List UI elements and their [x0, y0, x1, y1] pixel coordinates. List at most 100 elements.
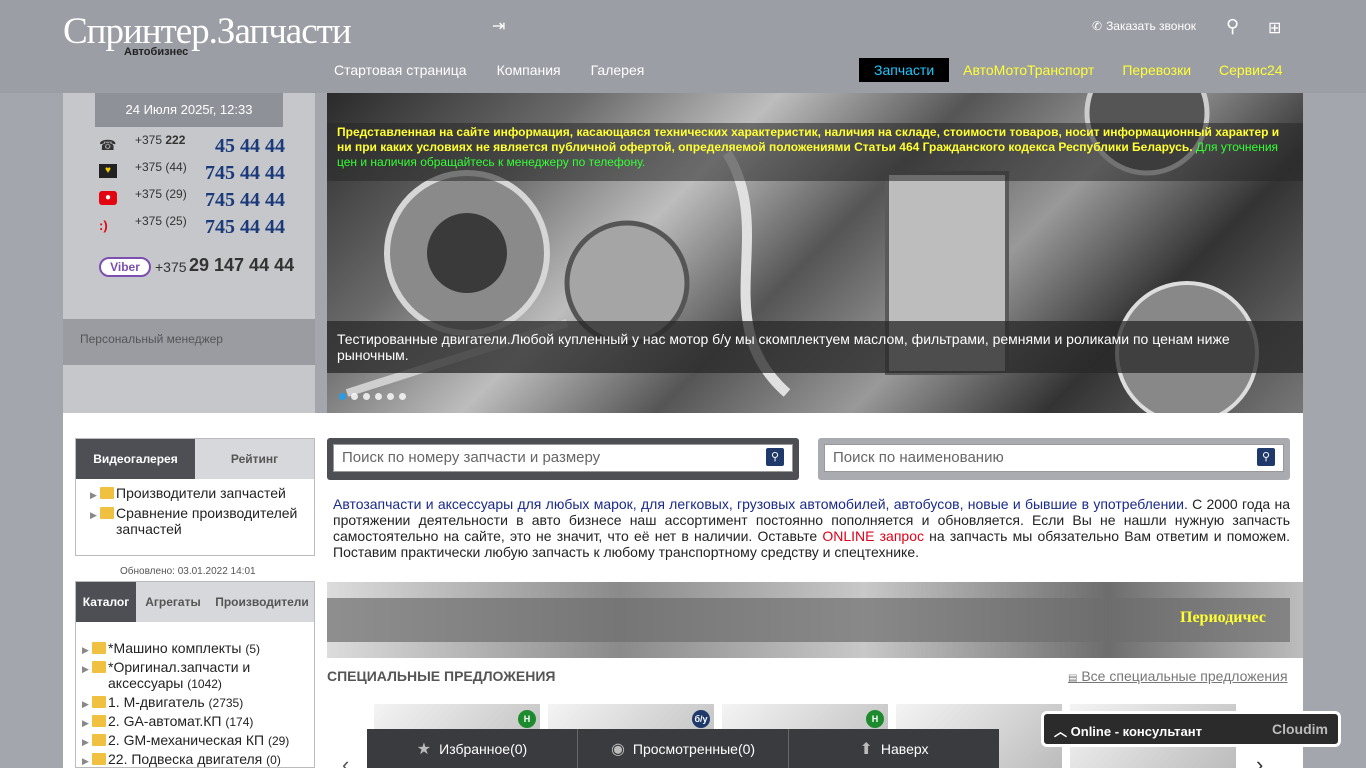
online-consultant-widget[interactable]: ︿ Online - консультант Cloudim [1041, 711, 1341, 747]
phone-icon: ☎ [99, 137, 117, 153]
name-search-input[interactable]: Поиск по наименованию ⚲ [824, 444, 1284, 472]
condition-badge: Н [866, 710, 884, 728]
star-icon: ★ [416, 740, 432, 758]
phone-icon: ✆ [1092, 19, 1103, 33]
slider-dot[interactable] [351, 393, 358, 400]
catalog-item-count: (1042) [187, 677, 222, 691]
viewed-label: Просмотренные(0) [632, 740, 756, 757]
catalog-item-label: 2. GA-автомат.КП [108, 713, 222, 729]
tab-videogallery[interactable]: Видеогалерея [76, 439, 195, 479]
tree-item-label: Сравнение производителей запчастей [116, 505, 298, 537]
expand-arrow-icon: ▶ [82, 699, 89, 709]
nav-automototransport[interactable]: АвтоМотоТранспорт [949, 58, 1108, 82]
tab-catalog[interactable]: Каталог [76, 582, 136, 622]
phone-number[interactable]: 745 44 44 [205, 216, 285, 239]
tab-manufacturers[interactable]: Производители [210, 582, 314, 622]
all-special-offers-label: Все специальные предложения [1081, 668, 1288, 684]
bottom-toolbar: ★ Избранное(0) ◉ Просмотренные(0) ⬆ Наве… [367, 729, 999, 768]
catalog-item[interactable]: ▶ *Машино комплекты (5) [82, 640, 314, 657]
consultant-brand: Cloudim [1272, 721, 1328, 737]
folder-icon [92, 696, 106, 708]
viber-code: +375 [155, 259, 187, 275]
viber-icon: Viber [99, 257, 151, 277]
document-icon: ▤ [1068, 673, 1078, 684]
nav-parts[interactable]: Запчасти [859, 58, 950, 82]
part-number-input[interactable]: Поиск по номеру запчасти и размеру ⚲ [333, 444, 793, 472]
tree-list: ▶ Производители запчастей ▶ Сравнение пр… [76, 479, 314, 537]
catalog-item[interactable]: ▶ 2. GM-механическая КП (29) [82, 732, 314, 749]
search-button-icon[interactable]: ⚲ [766, 448, 784, 466]
favorites-button[interactable]: ★ Избранное(0) [367, 729, 578, 768]
search-icon[interactable]: ⚲ [1226, 16, 1239, 37]
carousel-prev-icon[interactable]: ‹ [342, 752, 349, 768]
nav-transport[interactable]: Перевозки [1108, 58, 1205, 82]
nav-gallery[interactable]: Галерея [591, 62, 645, 78]
name-search: Поиск по наименованию ⚲ [818, 438, 1290, 480]
phone-number[interactable]: 45 44 44 [215, 135, 285, 158]
contacts-panel: 24 Июля 2025г, 12:33 ☎ +375 222 45 44 44… [63, 93, 315, 413]
consultant-label: Online - консультант [1070, 724, 1202, 739]
scroll-top-label: Наверх [880, 740, 929, 757]
phone-number[interactable]: 745 44 44 [205, 162, 285, 185]
carousel-next-icon[interactable]: › [1256, 752, 1263, 768]
all-special-offers-link[interactable]: ▤ Все специальные предложения [1068, 668, 1288, 684]
personal-manager[interactable]: Персональный менеджер [63, 319, 315, 365]
slider-dot[interactable] [339, 393, 346, 400]
viber-number: 29 147 44 44 [189, 255, 295, 275]
intro-text: Автозапчасти и аксессуары для любых маро… [333, 496, 1290, 560]
catalog-tree: ▶ *Машино комплекты (5) ▶ *Оригинал.запч… [76, 622, 314, 767]
catalog-item[interactable]: ▶ 2. GA-автомат.КП (174) [82, 713, 314, 730]
expand-arrow-icon: ▶ [82, 718, 89, 728]
catalog-item[interactable]: ▶ *Оригинал.запчасти и аксессуары (1042) [82, 659, 314, 692]
nav-home[interactable]: Стартовая страница [334, 62, 467, 78]
folder-icon [92, 642, 106, 654]
video-rating-box: Видеогалерея Рейтинг ▶ Производители зап… [75, 438, 315, 556]
catalog-item[interactable]: ▶ 1. М-двигатель (2735) [82, 694, 314, 711]
catalog-item-label: *Машино комплекты [108, 640, 242, 656]
search-button-icon[interactable]: ⚲ [1257, 448, 1275, 466]
phone-number[interactable]: 745 44 44 [205, 189, 285, 212]
site-logo[interactable]: Спринтер.Запчасти [63, 10, 352, 53]
sitemap-icon[interactable]: ⊞ [1268, 18, 1281, 38]
expand-arrow-icon: ▶ [82, 664, 89, 674]
nav-company[interactable]: Компания [497, 62, 561, 78]
slider-dot[interactable] [399, 393, 406, 400]
part-number-placeholder: Поиск по номеру запчасти и размеру [342, 449, 601, 466]
catalog-item[interactable]: ▶ 22. Подвеска двигателя (0) [82, 751, 314, 767]
catalog-item-label: 2. GM-механическая КП [108, 732, 265, 748]
tab-aggregates[interactable]: Агрегаты [136, 582, 210, 622]
scroll-top-button[interactable]: ⬆ Наверх [789, 729, 999, 768]
catalog-item-label: 22. Подвеска двигателя [108, 751, 263, 767]
expand-arrow-icon: ▶ [90, 490, 97, 500]
login-icon[interactable]: ⇥ [492, 16, 510, 35]
condition-badge: б/у [692, 710, 710, 728]
legal-notice-text: Представленная на сайте информация, каса… [337, 125, 1280, 154]
logo-subtitle: Автобизнес [124, 46, 189, 58]
folder-icon [92, 734, 106, 746]
slider-dot[interactable] [363, 393, 370, 400]
arrow-up-icon: ⬆ [859, 740, 873, 758]
callback-link[interactable]: ✆ Заказать звонок [1092, 19, 1196, 33]
phone-row: ☎ +375 222 45 44 44 [99, 133, 285, 160]
main-nav: Стартовая страница Компания Галерея [334, 62, 674, 78]
slider-dots [339, 393, 406, 400]
tab-rating[interactable]: Рейтинг [195, 439, 314, 479]
current-date: 24 Июля 2025г, 12:33 [95, 93, 283, 127]
online-request-link[interactable]: ONLINE запрос [822, 528, 924, 544]
tree-item-comparison[interactable]: ▶ Сравнение производителей запчастей [90, 505, 314, 537]
slider-dot[interactable] [375, 393, 382, 400]
tree-item-manufacturers[interactable]: ▶ Производители запчастей [90, 485, 314, 501]
phone-code: +375 (25) [135, 214, 187, 228]
nav-service24[interactable]: Сервис24 [1205, 58, 1297, 82]
header: Спринтер.Запчасти Автобизнес ⇥ ✆ Заказат… [0, 0, 1366, 93]
viewed-button[interactable]: ◉ Просмотренные(0) [578, 729, 789, 768]
slider-dot[interactable] [387, 393, 394, 400]
banner-marquee-text: Периодичес [1180, 609, 1266, 626]
section-nav: Запчасти АвтоМотоТранспорт Перевозки Сер… [859, 58, 1297, 82]
hero-slider[interactable]: Представленная на сайте информация, каса… [327, 93, 1303, 413]
tab-bar: Каталог Агрегаты Производители [76, 582, 314, 622]
expand-arrow-icon: ▶ [90, 510, 97, 520]
phone-code: +375 (44) [135, 160, 187, 174]
callback-label: Заказать звонок [1106, 19, 1196, 33]
phone-row: ● +375 (29) 745 44 44 [99, 187, 285, 214]
